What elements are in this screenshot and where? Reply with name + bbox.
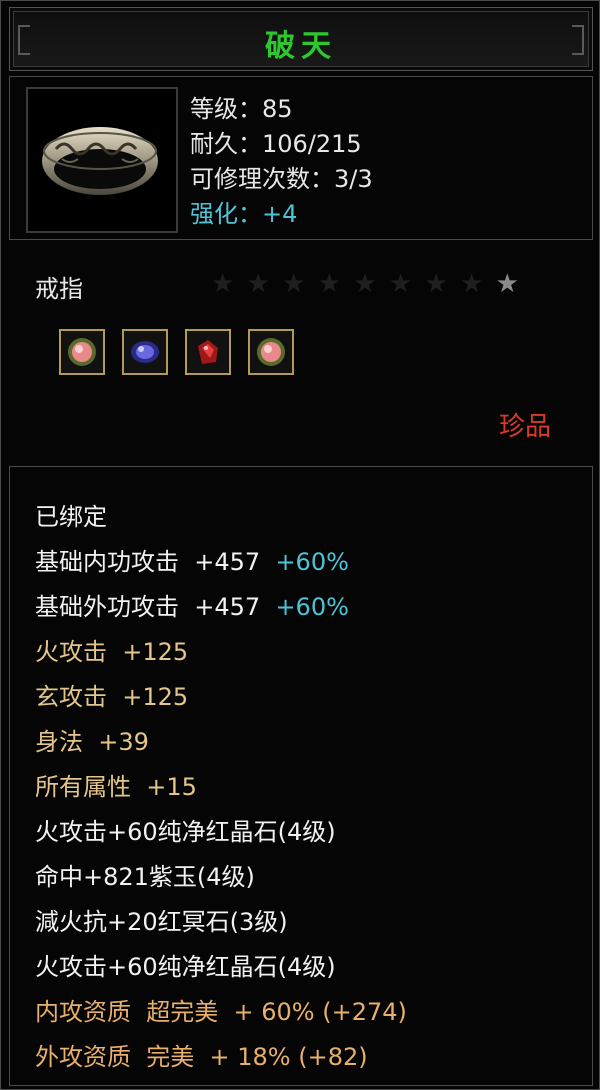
gem-attribute-line: 火攻击+60纯净红晶石(4级)	[35, 953, 336, 981]
durability-stat: 耐久：106/215	[190, 130, 362, 158]
level-stat: 等级：85	[190, 95, 293, 123]
enhance-stat: 强化：+4	[190, 200, 298, 228]
star-icon: ★	[211, 269, 237, 299]
item-icon-frame	[26, 87, 178, 233]
attribute-line: 所有属性 +15	[35, 773, 197, 801]
bound-status: 已绑定	[35, 503, 107, 531]
star-icon-lit: ★	[495, 269, 521, 299]
gem-slot-1[interactable]	[59, 329, 105, 375]
gem-slot-4[interactable]	[248, 329, 294, 375]
gem-slot-3[interactable]	[185, 329, 231, 375]
star-icon: ★	[353, 269, 379, 299]
attribute-line: 身法 +39	[35, 728, 149, 756]
star-icon: ★	[282, 269, 308, 299]
item-tooltip: 破天 等级：85 耐久：106/215 可修理次数：3/3 强化：+4 戒指 ★…	[0, 0, 600, 1090]
attribute-bonus: +60%	[275, 593, 349, 621]
star-icon: ★	[388, 269, 415, 299]
star-icon: ★	[246, 269, 272, 299]
repair-count-stat: 可修理次数：3/3	[190, 165, 373, 193]
aptitude-line: 内攻资质 超完美 + 60% (+274)	[35, 998, 407, 1026]
gem-attribute-line: 火攻击+60纯净红晶石(4级)	[35, 818, 336, 846]
gem-slot-2[interactable]	[122, 329, 168, 375]
ring-icon	[42, 127, 158, 195]
star-icon: ★	[317, 269, 344, 299]
purple-jade-gem-icon	[131, 341, 159, 363]
attribute-line: 玄攻击 +125	[35, 683, 189, 711]
item-summary-box: 等级：85 耐久：106/215 可修理次数：3/3 强化：+4	[9, 76, 593, 240]
attribute-line: 火攻击 +125	[35, 638, 189, 666]
rarity-label: 珍品	[498, 412, 551, 442]
aptitude-line: 外攻资质 完美 + 18% (+82)	[35, 1043, 368, 1071]
red-crystal-gem-icon	[257, 338, 285, 366]
red-crystal-gem-icon	[68, 338, 96, 366]
gem-attribute-line: 命中+821紫玉(4级)	[35, 863, 255, 891]
item-name: 破天	[265, 29, 337, 64]
attribute-line: 基础内功攻击 +457 +60%	[35, 548, 349, 576]
attribute-bonus: +60%	[275, 548, 349, 576]
star-icon: ★	[460, 269, 486, 299]
attribute-line: 基础外功攻击 +457 +60%	[35, 593, 349, 621]
star-icon: ★	[424, 269, 450, 299]
star-rating: ★ ★ ★ ★ ★ ★ ★ ★ ★	[211, 269, 521, 299]
red-ming-gem-icon	[198, 340, 218, 364]
item-type: 戒指	[35, 275, 83, 303]
gem-attribute-line: 減火抗+20红冥石(3级)	[35, 908, 288, 936]
title-bar: 破天	[9, 7, 593, 71]
